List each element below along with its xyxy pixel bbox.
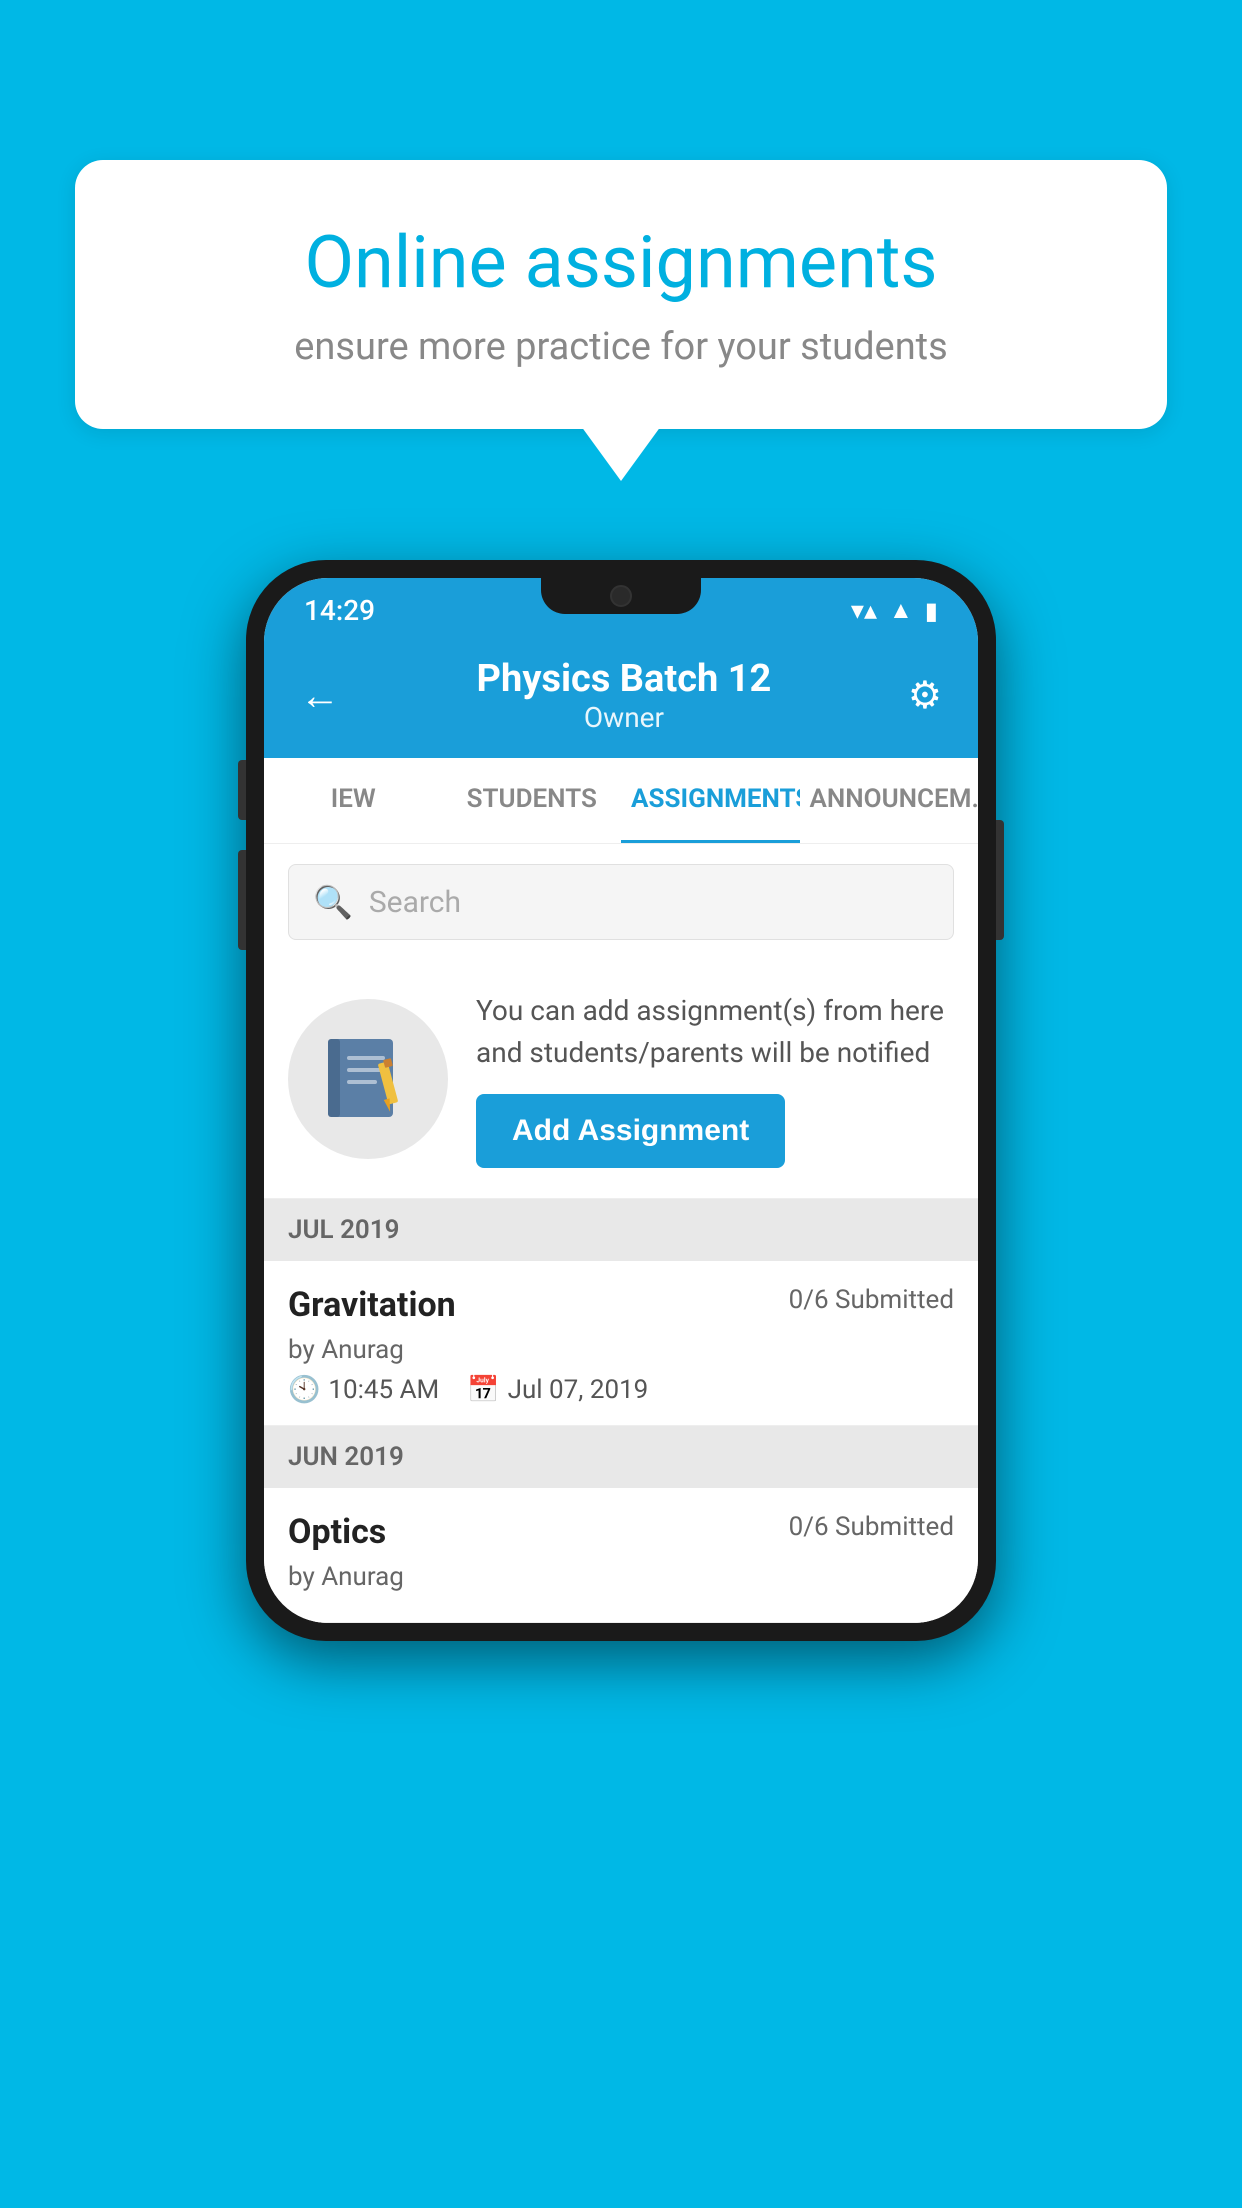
search-container: 🔍 Search — [264, 844, 978, 960]
tab-students[interactable]: STUDENTS — [443, 758, 622, 843]
header-center: Physics Batch 12 Owner — [477, 657, 772, 734]
tab-assignments[interactable]: ASSIGNMENTS — [621, 758, 800, 843]
back-button[interactable]: ← — [300, 672, 340, 719]
assignment-meta: 🕙 10:45 AM 📅 Jul 07, 2019 — [288, 1375, 954, 1405]
assignment-name: Gravitation — [288, 1285, 456, 1325]
search-icon: 🔍 — [313, 883, 353, 921]
header-subtitle: Owner — [477, 701, 772, 734]
phone-container: 14:29 ▾▴ ▲ ▮ ← Physics Batch 12 Owner ⚙ … — [246, 560, 996, 1641]
status-time: 14:29 — [304, 594, 375, 627]
search-placeholder: Search — [369, 885, 461, 920]
battery-icon: ▮ — [925, 597, 938, 625]
signal-icon: ▲ — [889, 596, 913, 625]
optics-assignment-header: Optics 0/6 Submitted — [288, 1512, 954, 1552]
status-icons: ▾▴ ▲ ▮ — [851, 596, 938, 626]
search-bar[interactable]: 🔍 Search — [288, 864, 954, 940]
assignment-submitted: 0/6 Submitted — [789, 1285, 954, 1315]
optics-assignment-by: by Anurag — [288, 1562, 954, 1592]
assignment-time-meta: 🕙 10:45 AM — [288, 1375, 439, 1405]
speech-bubble-title: Online assignments — [145, 220, 1097, 305]
jun-2019-divider: JUN 2019 — [264, 1426, 978, 1488]
assignment-time: 10:45 AM — [328, 1375, 439, 1405]
assignment-by: by Anurag — [288, 1335, 954, 1365]
notebook-svg-icon — [323, 1034, 413, 1124]
volume-button-1 — [238, 760, 246, 820]
tabs-container: IEW STUDENTS ASSIGNMENTS ANNOUNCEM... — [264, 758, 978, 844]
volume-button-2 — [238, 850, 246, 950]
header-title: Physics Batch 12 — [477, 657, 772, 701]
power-button — [996, 820, 1004, 940]
optics-assignment-item[interactable]: Optics 0/6 Submitted by Anurag — [264, 1488, 978, 1623]
app-header: ← Physics Batch 12 Owner ⚙ — [264, 637, 978, 758]
assignment-item-header: Gravitation 0/6 Submitted — [288, 1285, 954, 1325]
speech-bubble-subtitle: ensure more practice for your students — [145, 325, 1097, 369]
calendar-icon: 📅 — [467, 1375, 499, 1405]
speech-bubble: Online assignments ensure more practice … — [75, 160, 1167, 429]
wifi-icon: ▾▴ — [851, 596, 877, 626]
add-assignment-section: You can add assignment(s) from here and … — [264, 960, 978, 1199]
tab-announcements[interactable]: ANNOUNCEM... — [800, 758, 979, 843]
optics-assignment-name: Optics — [288, 1512, 386, 1552]
tab-iew[interactable]: IEW — [264, 758, 443, 843]
phone-screen: 14:29 ▾▴ ▲ ▮ ← Physics Batch 12 Owner ⚙ … — [264, 578, 978, 1623]
assignment-icon-circle — [288, 999, 448, 1159]
jul-2019-divider: JUL 2019 — [264, 1199, 978, 1261]
optics-assignment-submitted: 0/6 Submitted — [789, 1512, 954, 1542]
assignment-date-meta: 📅 Jul 07, 2019 — [467, 1375, 648, 1405]
add-assignment-description: You can add assignment(s) from here and … — [476, 990, 954, 1074]
phone-notch — [541, 578, 701, 614]
settings-icon[interactable]: ⚙ — [908, 673, 942, 718]
add-assignment-button[interactable]: Add Assignment — [476, 1094, 785, 1168]
add-assignment-content: You can add assignment(s) from here and … — [476, 990, 954, 1168]
clock-icon: 🕙 — [288, 1375, 320, 1405]
phone-frame: 14:29 ▾▴ ▲ ▮ ← Physics Batch 12 Owner ⚙ … — [246, 560, 996, 1641]
phone-camera — [610, 585, 632, 607]
assignment-date: Jul 07, 2019 — [508, 1375, 649, 1405]
gravitation-assignment-item[interactable]: Gravitation 0/6 Submitted by Anurag 🕙 10… — [264, 1261, 978, 1426]
speech-bubble-container: Online assignments ensure more practice … — [75, 160, 1167, 429]
